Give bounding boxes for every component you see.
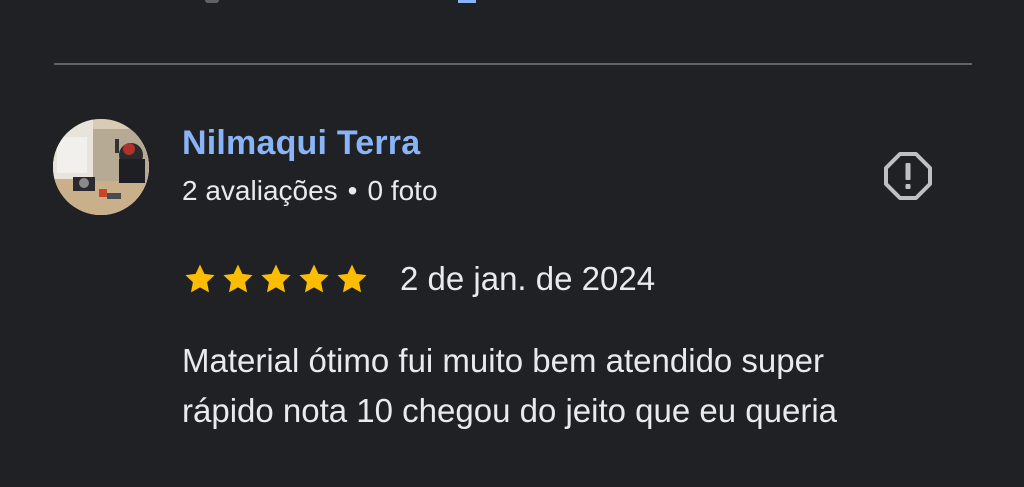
- meta-separator: •: [347, 175, 358, 206]
- star-icon: [337, 264, 367, 293]
- photos-count: 0 foto: [367, 175, 438, 206]
- report-octagon-icon: [884, 152, 932, 200]
- star-icon: [261, 264, 291, 293]
- review-card: Nilmaqui Terra 2 avaliações • 0 foto 2 de …: [0, 0, 1024, 487]
- reviewer-meta: 2 avaliações • 0 foto: [182, 175, 438, 207]
- previous-item-remnant: [0, 0, 1024, 8]
- remnant-accent: [458, 0, 476, 3]
- divider: [54, 63, 972, 65]
- reviewer-name[interactable]: Nilmaqui Terra: [182, 124, 420, 163]
- report-button[interactable]: [880, 148, 936, 204]
- review-text-line: rápido nota 10 chegou do jeito que eu qu…: [182, 392, 838, 429]
- star-icon: [223, 264, 253, 293]
- star-rating: [183, 262, 369, 296]
- reviews-count: 2 avaliações: [182, 175, 338, 206]
- star-icon: [299, 264, 329, 293]
- avatar[interactable]: [53, 119, 149, 215]
- star-icon: [185, 264, 215, 293]
- review-text: Material ótimo fui muito bem atendido su…: [182, 336, 982, 436]
- remnant-shape: [205, 0, 219, 3]
- review-date: 2 de jan. de 2024: [400, 260, 656, 297]
- review-text-line: Material ótimo fui muito bem atendido su…: [182, 342, 824, 379]
